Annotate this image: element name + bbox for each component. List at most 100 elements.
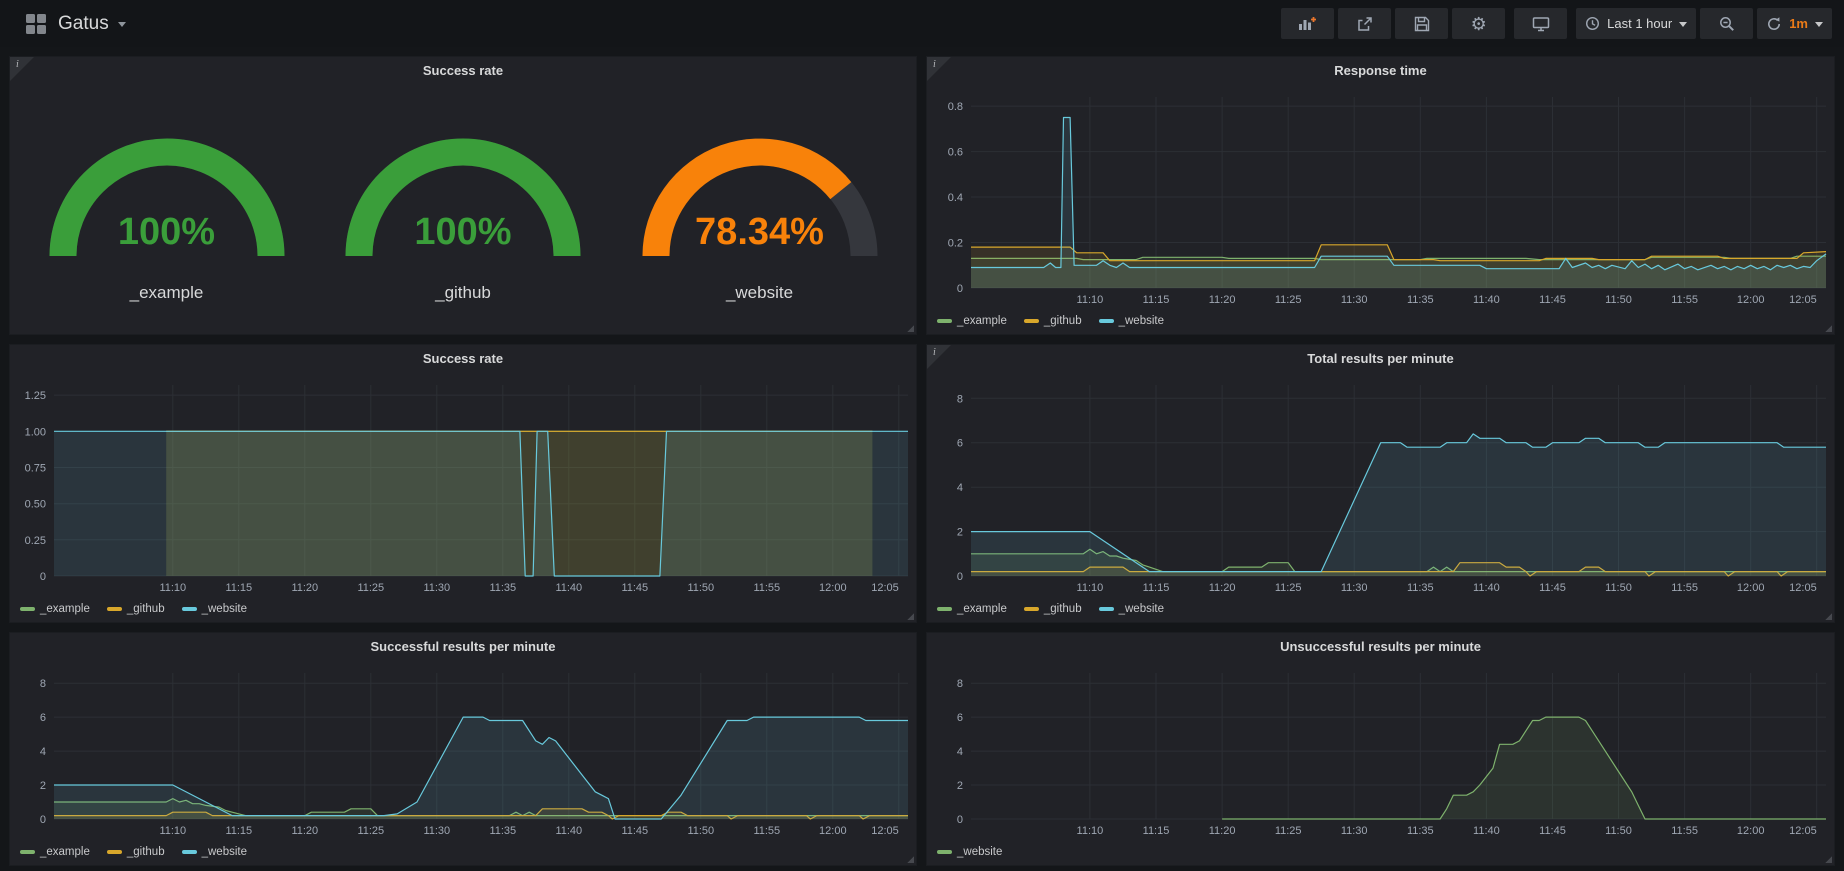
svg-text:12:00: 12:00 (819, 582, 847, 594)
svg-text:11:35: 11:35 (1407, 582, 1434, 594)
chart-legend: _example _github _website (10, 596, 916, 622)
save-button[interactable] (1395, 8, 1448, 39)
magnifier-minus-icon (1719, 16, 1735, 32)
gauge-_github: 100%_github (323, 114, 603, 303)
panel-resize-handle[interactable] (905, 611, 914, 620)
svg-text:12:00: 12:00 (819, 825, 847, 837)
legend-label: _website (202, 846, 247, 858)
svg-text:11:35: 11:35 (1407, 294, 1434, 306)
svg-text:11:50: 11:50 (687, 582, 714, 594)
legend-item-_example[interactable]: _example (937, 603, 1007, 615)
svg-text:11:25: 11:25 (357, 582, 384, 594)
gauge-_example: 100%_example (27, 114, 307, 303)
panel-info-icon[interactable] (927, 57, 951, 81)
panel-resize-handle[interactable] (1823, 323, 1832, 332)
settings-button[interactable]: ⚙ (1452, 8, 1505, 39)
svg-text:11:15: 11:15 (225, 582, 252, 594)
gauge-value: 100% (323, 211, 603, 254)
panel-resize-handle[interactable] (1823, 854, 1832, 863)
legend-item-_website[interactable]: _website (182, 603, 247, 615)
legend-swatch (937, 319, 952, 323)
panel-resize-handle[interactable] (905, 323, 914, 332)
svg-text:2: 2 (957, 780, 963, 792)
svg-text:0.4: 0.4 (948, 192, 963, 204)
share-button[interactable] (1338, 8, 1391, 39)
bar-chart-plus-icon (1298, 16, 1317, 31)
panel-info-icon[interactable] (10, 57, 34, 81)
svg-text:4: 4 (957, 746, 963, 758)
time-range-picker[interactable]: Last 1 hour (1576, 8, 1696, 39)
chart-canvas[interactable]: 11:1011:1511:2011:2511:3011:3511:4011:45… (10, 659, 916, 839)
legend-swatch (937, 607, 952, 611)
panel-title[interactable]: Unsuccessful results per minute (927, 633, 1834, 659)
panel-resize-handle[interactable] (1823, 611, 1832, 620)
svg-text:2: 2 (957, 527, 963, 539)
svg-text:0.6: 0.6 (948, 147, 963, 159)
svg-text:11:30: 11:30 (1341, 294, 1368, 306)
panel-title[interactable]: Success rate (10, 345, 916, 371)
svg-text:11:25: 11:25 (1275, 582, 1302, 594)
svg-text:11:20: 11:20 (1209, 582, 1236, 594)
legend-label: _example (957, 603, 1007, 615)
svg-text:11:40: 11:40 (1473, 582, 1500, 594)
svg-text:8: 8 (957, 393, 963, 405)
legend-item-_github[interactable]: _github (1024, 603, 1082, 615)
legend-item-_github[interactable]: _github (107, 846, 165, 858)
legend-item-_example[interactable]: _example (20, 846, 90, 858)
panel-title[interactable]: Total results per minute (927, 345, 1834, 371)
svg-text:0: 0 (957, 571, 963, 583)
panel-title[interactable]: Success rate (10, 57, 916, 83)
svg-text:0: 0 (40, 571, 46, 583)
legend-item-_github[interactable]: _github (107, 603, 165, 615)
panel-title[interactable]: Successful results per minute (10, 633, 916, 659)
chevron-down-icon (1679, 22, 1687, 31)
chart-canvas[interactable]: 11:1011:1511:2011:2511:3011:3511:4011:45… (927, 371, 1834, 596)
panel-response-time: i Response time 11:1011:1511:2011:2511:3… (926, 56, 1835, 335)
gauge-label: _example (130, 283, 204, 303)
legend-label: _example (957, 315, 1007, 327)
chart-canvas[interactable]: 11:1011:1511:2011:2511:3011:3511:4011:45… (927, 659, 1834, 839)
svg-text:11:20: 11:20 (291, 582, 318, 594)
svg-text:11:40: 11:40 (555, 825, 582, 837)
legend-item-_example[interactable]: _example (20, 603, 90, 615)
panel-total-results: i Total results per minute 11:1011:1511:… (926, 344, 1835, 623)
svg-text:6: 6 (957, 712, 963, 724)
gauge-value: 78.34% (620, 211, 900, 254)
svg-text:1.25: 1.25 (25, 390, 46, 402)
legend-item-_example[interactable]: _example (937, 315, 1007, 327)
zoom-out-button[interactable] (1700, 8, 1753, 39)
gauge-label: _website (726, 283, 793, 303)
svg-text:11:30: 11:30 (423, 582, 450, 594)
time-range-label: Last 1 hour (1607, 16, 1672, 31)
grid-icon[interactable] (26, 14, 46, 34)
panel-title[interactable]: Response time (927, 57, 1834, 83)
add-panel-button[interactable] (1281, 8, 1334, 39)
chart-legend: _example _github _website (10, 839, 916, 865)
panel-info-icon[interactable] (927, 345, 951, 369)
dashboard-title: Gatus (58, 13, 109, 35)
legend-label: _github (1044, 603, 1082, 615)
chevron-down-icon (118, 22, 126, 31)
svg-text:11:40: 11:40 (1473, 825, 1500, 837)
svg-text:12:05: 12:05 (1789, 294, 1817, 306)
legend-label: _website (1119, 603, 1164, 615)
legend-item-_website[interactable]: _website (1099, 603, 1164, 615)
svg-text:11:45: 11:45 (621, 582, 648, 594)
refresh-interval-label: 1m (1789, 16, 1808, 31)
refresh-picker[interactable]: 1m (1757, 8, 1832, 39)
legend-label: _website (1119, 315, 1164, 327)
svg-text:0.2: 0.2 (948, 238, 963, 250)
legend-swatch (182, 607, 197, 611)
chart-canvas[interactable]: 11:1011:1511:2011:2511:3011:3511:4011:45… (927, 83, 1834, 308)
dashboard-title-button[interactable]: Gatus (58, 13, 126, 35)
chart-canvas[interactable]: 11:1011:1511:2011:2511:3011:3511:4011:45… (10, 371, 916, 596)
legend-item-_website[interactable]: _website (1099, 315, 1164, 327)
legend-item-_github[interactable]: _github (1024, 315, 1082, 327)
cycle-view-button[interactable] (1514, 8, 1567, 39)
svg-text:6: 6 (957, 438, 963, 450)
svg-text:11:15: 11:15 (225, 825, 252, 837)
legend-item-_website[interactable]: _website (937, 846, 1002, 858)
panel-resize-handle[interactable] (905, 854, 914, 863)
legend-item-_website[interactable]: _website (182, 846, 247, 858)
legend-swatch (937, 850, 952, 854)
